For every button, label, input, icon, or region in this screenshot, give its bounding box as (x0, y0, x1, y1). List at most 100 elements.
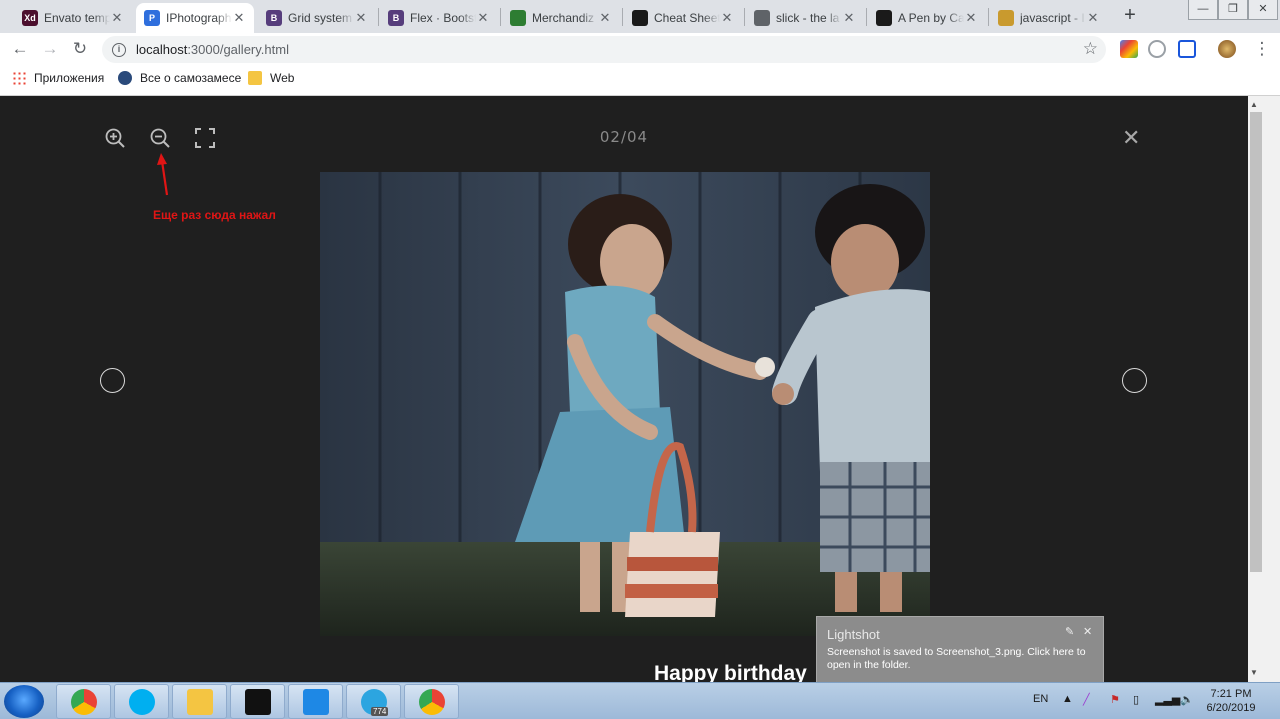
address-bar[interactable]: i localhost:3000/gallery.html ☆ (102, 36, 1106, 63)
extension-colorful-icon[interactable] (1120, 40, 1138, 58)
lightshot-tray-icon[interactable]: ╱ (1083, 693, 1090, 706)
forward-icon[interactable]: → (38, 37, 62, 61)
tab-close-icon[interactable]: ✕ (720, 10, 734, 26)
slide-counter: 02/04 (599, 128, 649, 146)
skype-icon (129, 689, 155, 715)
gallery-photo (320, 172, 930, 636)
zoom-in-icon[interactable] (103, 126, 127, 150)
back-icon[interactable]: ← (8, 37, 32, 61)
tab-favicon-icon (510, 10, 526, 26)
reload-icon[interactable]: ↻ (68, 37, 92, 61)
tab-close-icon[interactable]: ✕ (1086, 10, 1100, 26)
menu-icon[interactable]: ⋮ (1250, 37, 1274, 61)
taskbar-app-explorer[interactable] (172, 684, 227, 719)
clock-time: 7:21 PM (1210, 688, 1252, 700)
tab-close-icon[interactable]: ✕ (598, 10, 612, 26)
start-button[interactable] (4, 685, 44, 718)
next-slide-button[interactable] (1122, 368, 1147, 393)
window-close-button[interactable]: ✕ (1248, 0, 1278, 20)
tab-title: javascript - I (1020, 11, 1085, 25)
browser-tab[interactable]: Cheat Sheet ✕ (624, 3, 742, 33)
browser-tab[interactable]: A Pen by Ca ✕ (868, 3, 986, 33)
browser-tab[interactable]: B Grid system ✕ (258, 3, 376, 33)
tab-favicon-icon: P (144, 10, 160, 26)
taskbar-app-chrome[interactable] (404, 684, 459, 719)
lightbox-close-icon[interactable]: ✕ (1122, 126, 1140, 151)
tab-close-icon[interactable]: ✕ (232, 10, 246, 26)
tab-favicon-icon (632, 10, 648, 26)
gallery-lightbox: 02/04 ✕ Еще раз сюда нажал Happy birthda… (0, 96, 1248, 682)
tab-separator (500, 8, 501, 26)
action-center-icon[interactable]: ⚑ (1110, 693, 1120, 706)
scroll-down-arrow[interactable]: ▼ (1250, 668, 1258, 677)
lightshot-notification[interactable]: Lightshot ✎ ✕ Screenshot is saved to Scr… (816, 616, 1104, 684)
browser-tab[interactable]: javascript - I ✕ (990, 3, 1108, 33)
bookmark-label: Все о самозамесе (140, 71, 242, 85)
network-icon[interactable]: ▂▃▅ (1155, 693, 1180, 706)
language-indicator[interactable]: EN (1033, 693, 1048, 705)
taskbar-app-cmd[interactable] (230, 684, 285, 719)
cmd-icon (245, 689, 271, 715)
folder-icon (248, 71, 262, 85)
tab-close-icon[interactable]: ✕ (476, 10, 490, 26)
notification-settings-icon[interactable]: ✎ (1065, 625, 1074, 638)
taskbar-app-skype[interactable] (114, 684, 169, 719)
page-scrollbar[interactable]: ▲ ▼ (1248, 96, 1280, 682)
minimize-button[interactable]: — (1188, 0, 1218, 20)
bookmark-samozames[interactable]: Все о самозамесе (118, 71, 241, 85)
bookmark-star-icon[interactable]: ☆ (1083, 39, 1098, 59)
extension-grid-icon[interactable] (1178, 40, 1196, 58)
tab-title: A Pen by Ca (898, 11, 964, 25)
info-icon[interactable]: i (112, 42, 126, 57)
notification-message[interactable]: Screenshot is saved to Screenshot_3.png.… (827, 646, 1099, 672)
tab-close-icon[interactable]: ✕ (110, 10, 124, 26)
taskbar-app-telegram[interactable]: 774 (346, 684, 401, 719)
tab-title: Cheat Sheet (654, 11, 720, 25)
tab-close-icon[interactable]: ✕ (842, 10, 856, 26)
system-clock[interactable]: 7:21 PM 6/20/2019 (1196, 687, 1266, 715)
fullscreen-icon[interactable] (193, 126, 217, 150)
bookmark-apps[interactable]: Приложения (12, 71, 104, 85)
vscode-icon (303, 689, 329, 715)
tab-favicon-icon (876, 10, 892, 26)
tab-close-icon[interactable]: ✕ (354, 10, 368, 26)
browser-tab[interactable]: P IPhotograph ✕ (136, 3, 254, 33)
show-hidden-icons[interactable]: ▲ (1062, 693, 1073, 705)
notification-close-icon[interactable]: ✕ (1083, 625, 1092, 638)
browser-tab[interactable]: Xd Envato temp ✕ (14, 3, 132, 33)
url-path: :3000/gallery.html (187, 42, 289, 57)
tab-title: Merchandiz (532, 11, 595, 25)
annotation-arrow (157, 153, 169, 196)
tab-title: Envato temp (44, 11, 110, 25)
tab-separator (744, 8, 745, 26)
zoom-out-icon[interactable] (148, 126, 172, 150)
profile-avatar[interactable] (1218, 40, 1236, 58)
tab-close-icon[interactable]: ✕ (964, 10, 978, 26)
annotation-text: Еще раз сюда нажал (153, 208, 276, 222)
volume-icon[interactable]: 🔈 (1180, 693, 1194, 706)
scroll-up-arrow[interactable]: ▲ (1250, 100, 1258, 109)
tab-title: slick - the la (776, 11, 840, 25)
prev-slide-button[interactable] (100, 368, 125, 393)
browser-tab[interactable]: slick - the la ✕ (746, 3, 864, 33)
extension-globe-icon[interactable] (1148, 40, 1166, 58)
url-text[interactable]: localhost:3000/gallery.html (136, 42, 289, 57)
chrome-icon (71, 689, 97, 715)
bookmarks-bar: Приложения Все о самозамесе Web (0, 65, 1280, 96)
tab-favicon-icon (998, 10, 1014, 26)
scroll-thumb[interactable] (1250, 112, 1262, 572)
apps-grid-icon (12, 71, 26, 85)
chrome-icon (419, 689, 445, 715)
taskbar-app-chrome[interactable] (56, 684, 111, 719)
device-icon[interactable]: ▯ (1133, 693, 1139, 706)
tab-title: IPhotograph (166, 11, 232, 25)
bookmark-web-folder[interactable]: Web (248, 71, 294, 85)
tab-separator (866, 8, 867, 26)
clock-date: 6/20/2019 (1206, 702, 1256, 714)
url-host: localhost (136, 42, 188, 57)
browser-tab[interactable]: Merchandiz ✕ (502, 3, 620, 33)
browser-tab[interactable]: B Flex · Bootst ✕ (380, 3, 498, 33)
restore-button[interactable]: ❐ (1218, 0, 1248, 20)
taskbar-app-vscode[interactable] (288, 684, 343, 719)
new-tab-button[interactable]: + (1120, 4, 1140, 28)
